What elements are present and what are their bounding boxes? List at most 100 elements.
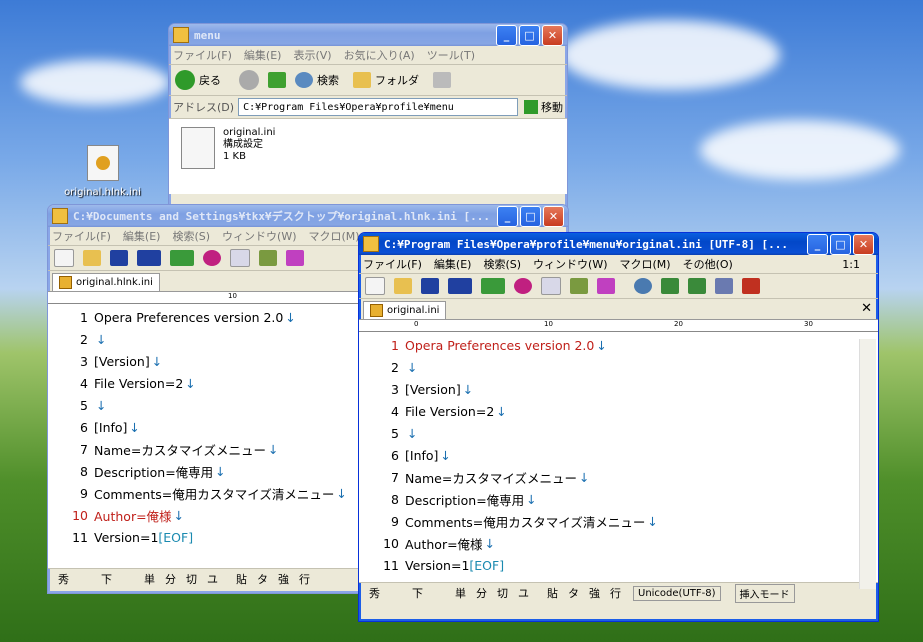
desktop-file-icon[interactable]: original.hlnk.ini	[60, 145, 145, 198]
find-up-icon[interactable]	[688, 278, 706, 294]
grep-icon[interactable]	[715, 278, 733, 294]
menu-search[interactable]: 検索(S)	[483, 256, 521, 272]
newline-marker: ↓	[96, 397, 107, 413]
minimize-button[interactable]: _	[807, 233, 828, 255]
text-line[interactable]: 5 ↓	[359, 422, 878, 444]
menu-favorites[interactable]: お気に入り(A)	[344, 47, 415, 63]
explorer-titlebar[interactable]: menu _ □ ✕	[169, 24, 567, 46]
menu-window[interactable]: ウィンドウ(W)	[222, 228, 296, 244]
menu-view[interactable]: 表示(V)	[293, 47, 331, 63]
menu-search[interactable]: 検索(S)	[172, 228, 210, 244]
eof-marker: [EOF]	[469, 557, 505, 573]
text-line[interactable]: 11 Version=1 [EOF]	[359, 554, 878, 576]
line-text: Name=カスタマイズメニュー	[405, 470, 577, 486]
new-file-icon[interactable]	[54, 249, 74, 267]
save-as-icon[interactable]	[448, 278, 472, 294]
find-replace-icon[interactable]	[481, 278, 505, 294]
maximize-button[interactable]: □	[519, 24, 540, 46]
editor-front-text-area[interactable]: 1 Opera Preferences version 2.0 ↓ 2 ↓ 3 [Versi…	[359, 332, 878, 582]
search-icon[interactable]	[634, 278, 652, 294]
newline-marker: ↓	[484, 535, 496, 551]
save-as-icon[interactable]	[137, 250, 161, 266]
find-replace-icon[interactable]	[170, 250, 194, 266]
editor-back-titlebar[interactable]: C:¥Documents and Settings¥tkx¥デスクトップ¥ori…	[48, 205, 568, 227]
undo-icon[interactable]	[203, 250, 221, 266]
file-list: original.ini 構成設定 1 KB	[169, 119, 567, 194]
undo-icon[interactable]	[514, 278, 532, 294]
explorer-window[interactable]: menu _ □ ✕ ファイル(F) 編集(E) 表示(V) お気に入り(A) …	[168, 23, 568, 210]
cut-icon[interactable]	[570, 278, 588, 294]
menu-edit[interactable]: 編集(E)	[244, 47, 282, 63]
close-button[interactable]: ✕	[542, 24, 563, 46]
vertical-scrollbar[interactable]	[859, 339, 876, 589]
copy-icon[interactable]	[541, 277, 561, 295]
close-button[interactable]: ✕	[853, 233, 874, 255]
tab-label: original.hlnk.ini	[76, 277, 153, 288]
highlight-icon[interactable]	[742, 278, 760, 294]
newline-marker: ↓	[440, 447, 451, 463]
text-line[interactable]: 7 Name=カスタマイズメニュー ↓	[359, 466, 878, 488]
search-button[interactable]: 検索	[317, 72, 339, 88]
line-number: 2	[80, 331, 88, 347]
paste-icon[interactable]	[286, 250, 304, 266]
open-folder-icon[interactable]	[83, 250, 101, 266]
text-line[interactable]: 1 Opera Preferences version 2.0 ↓	[359, 334, 878, 356]
text-line[interactable]: 6 [Info] ↓	[359, 444, 878, 466]
ruler-mark: 0	[414, 320, 419, 328]
menu-macro[interactable]: マクロ(M)	[620, 256, 671, 272]
save-icon[interactable]	[421, 278, 439, 294]
maximize-button[interactable]: □	[520, 205, 541, 227]
maximize-button[interactable]: □	[830, 233, 851, 255]
menu-macro[interactable]: マクロ(M)	[309, 228, 360, 244]
encoding-indicator[interactable]: Unicode(UTF-8)	[633, 585, 721, 601]
go-arrow-icon[interactable]	[524, 100, 538, 114]
editor-front-titlebar[interactable]: C:¥Program Files¥Opera¥profile¥menu¥orig…	[359, 233, 878, 255]
save-icon[interactable]	[110, 250, 128, 266]
text-line[interactable]: 8 Description=俺専用 ↓	[359, 488, 878, 510]
menu-edit[interactable]: 編集(E)	[123, 228, 161, 244]
back-button[interactable]: 戻る	[199, 72, 221, 88]
file-item[interactable]: original.ini 構成設定 1 KB	[181, 127, 275, 169]
find-down-icon[interactable]	[661, 278, 679, 294]
editor-window-front[interactable]: C:¥Program Files¥Opera¥profile¥menu¥orig…	[358, 232, 879, 622]
minimize-button[interactable]: _	[496, 24, 517, 46]
back-arrow-icon[interactable]	[175, 70, 195, 90]
line-number: 8	[80, 463, 88, 479]
forward-arrow-icon[interactable]	[239, 70, 259, 90]
insert-mode-indicator[interactable]: 挿入モード	[734, 583, 795, 603]
menu-edit[interactable]: 編集(E)	[434, 256, 472, 272]
go-button[interactable]: 移動	[541, 99, 563, 115]
paste-icon[interactable]	[597, 278, 615, 294]
copy-icon[interactable]	[230, 249, 250, 267]
tab-original-ini[interactable]: original.ini	[363, 301, 447, 319]
minimize-button[interactable]: _	[497, 205, 518, 227]
up-folder-icon[interactable]	[268, 72, 286, 88]
views-icon[interactable]	[433, 72, 451, 88]
menu-tools[interactable]: ツール(T)	[427, 47, 475, 63]
status-item: タ	[257, 573, 268, 586]
address-input[interactable]: C:¥Program Files¥Opera¥profile¥menu	[238, 98, 518, 116]
text-line[interactable]: 3 [Version] ↓	[359, 378, 878, 400]
cut-icon[interactable]	[259, 250, 277, 266]
menu-other[interactable]: その他(O)	[683, 256, 733, 272]
text-line[interactable]: 10 Author=俺様 ↓	[359, 532, 878, 554]
open-folder-icon[interactable]	[394, 278, 412, 294]
menu-window[interactable]: ウィンドウ(W)	[533, 256, 607, 272]
search-icon[interactable]	[295, 72, 313, 88]
line-number: 9	[80, 485, 88, 501]
menu-file[interactable]: ファイル(F)	[363, 256, 422, 272]
folders-button[interactable]: フォルダ	[375, 72, 419, 88]
folders-icon[interactable]	[353, 72, 371, 88]
menu-file[interactable]: ファイル(F)	[173, 47, 232, 63]
text-line[interactable]: 2 ↓	[359, 356, 878, 378]
new-file-icon[interactable]	[365, 277, 385, 295]
line-text: Author=俺様	[405, 536, 483, 552]
line-number: 5	[80, 397, 88, 413]
line-text: Version=1	[405, 557, 470, 573]
text-line[interactable]: 9 Comments=俺用カスタマイズ清メニュー ↓	[359, 510, 878, 532]
close-button[interactable]: ✕	[543, 205, 564, 227]
close-tab-icon[interactable]: ✕	[861, 301, 872, 316]
tab-original-hlnk[interactable]: original.hlnk.ini	[52, 273, 160, 291]
menu-file[interactable]: ファイル(F)	[52, 228, 111, 244]
text-line[interactable]: 4 File Version=2 ↓	[359, 400, 878, 422]
